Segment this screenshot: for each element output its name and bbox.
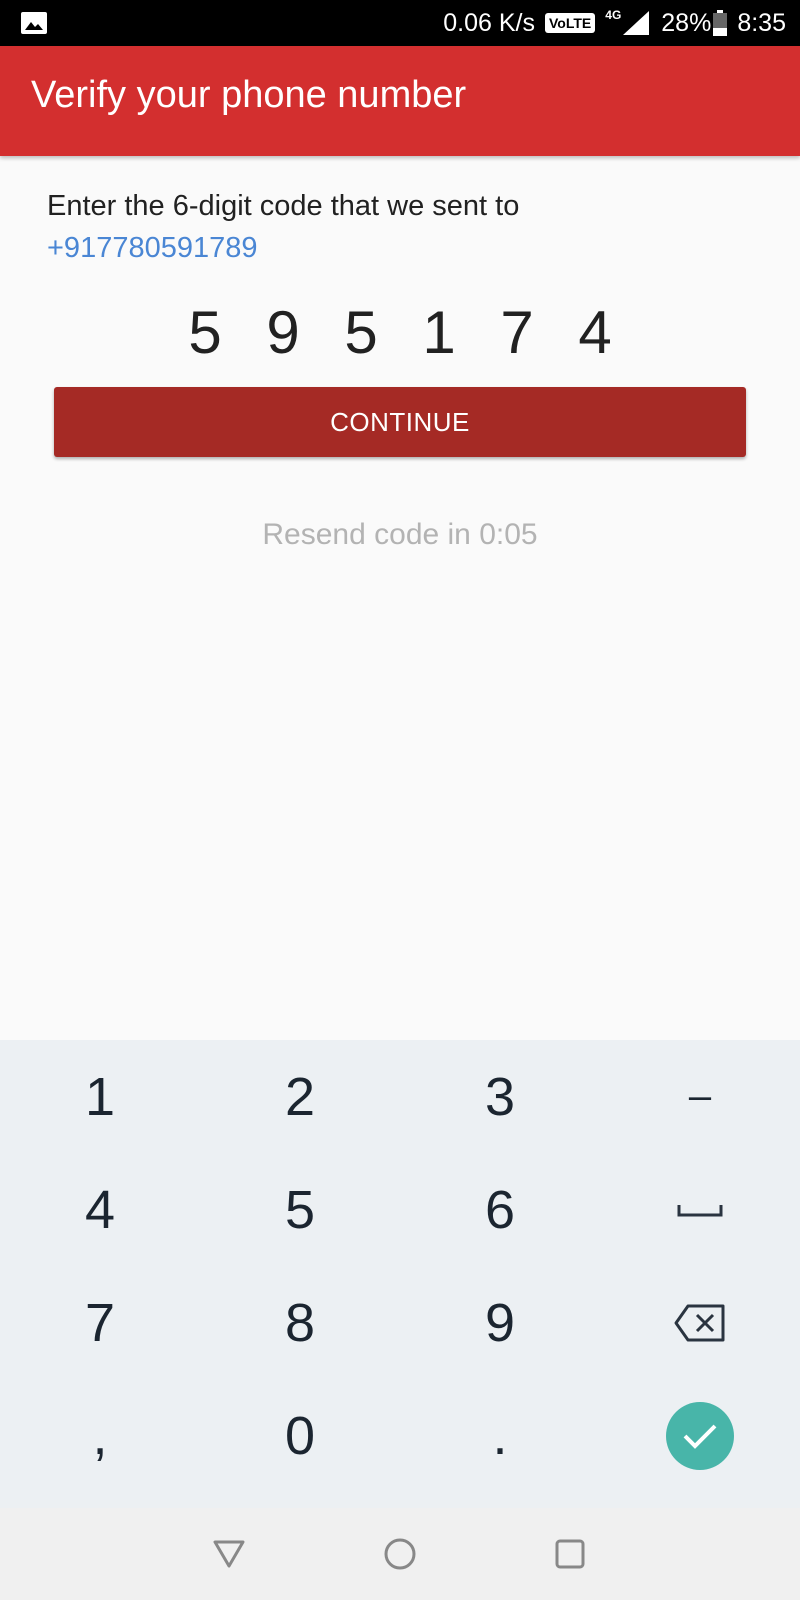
key-backspace[interactable] bbox=[600, 1266, 800, 1379]
image-icon bbox=[21, 12, 47, 34]
key-7[interactable]: 7 bbox=[0, 1266, 200, 1379]
code-input[interactable]: 5 9 5 1 7 4 bbox=[0, 298, 800, 368]
battery-percent: 28% bbox=[661, 8, 712, 37]
recents-square-icon bbox=[555, 1539, 585, 1569]
key-9[interactable]: 9 bbox=[400, 1266, 600, 1379]
home-circle-icon bbox=[384, 1538, 416, 1570]
signal-icon bbox=[623, 11, 650, 35]
code-digit: 7 bbox=[500, 299, 534, 366]
key-period[interactable]: . bbox=[400, 1379, 600, 1492]
page-title: Verify your phone number bbox=[31, 74, 467, 116]
numeric-keyboard: 1 2 3 – 4 5 6 7 8 9 , 0 . bbox=[0, 1040, 800, 1508]
nav-home-button[interactable] bbox=[376, 1530, 424, 1578]
space-key-icon bbox=[677, 1204, 723, 1216]
key-3[interactable]: 3 bbox=[400, 1040, 600, 1153]
continue-button[interactable]: CONTINUE bbox=[54, 387, 746, 457]
code-digit: 5 bbox=[188, 299, 222, 366]
volte-badge: VoLTE bbox=[545, 13, 596, 33]
key-comma[interactable]: , bbox=[0, 1379, 200, 1492]
check-icon bbox=[683, 1424, 717, 1449]
code-digit: 5 bbox=[344, 299, 378, 366]
app-bar: Verify your phone number bbox=[0, 46, 800, 156]
key-space[interactable] bbox=[600, 1153, 800, 1266]
clock: 8:35 bbox=[737, 8, 786, 37]
network-speed: 0.06 K/s bbox=[443, 8, 535, 37]
done-button[interactable] bbox=[666, 1401, 734, 1470]
code-digit: 9 bbox=[266, 299, 300, 366]
code-digit: 1 bbox=[422, 299, 456, 366]
backspace-icon bbox=[674, 1304, 725, 1341]
battery-icon bbox=[713, 10, 728, 36]
done-key[interactable] bbox=[600, 1379, 800, 1492]
code-digit: 4 bbox=[578, 299, 612, 366]
instruction-text: Enter the 6-digit code that we sent to bbox=[47, 190, 520, 222]
key-5[interactable]: 5 bbox=[200, 1153, 400, 1266]
nav-recents-button[interactable] bbox=[546, 1530, 594, 1578]
navigation-bar bbox=[0, 1508, 800, 1600]
key-0[interactable]: 0 bbox=[200, 1379, 400, 1492]
key-dash[interactable]: – bbox=[600, 1040, 800, 1153]
phone-number-link[interactable]: +917780591789 bbox=[47, 232, 257, 265]
key-1[interactable]: 1 bbox=[0, 1040, 200, 1153]
network-type: 4G bbox=[605, 8, 622, 22]
back-triangle-icon bbox=[213, 1540, 245, 1568]
nav-back-button[interactable] bbox=[205, 1530, 253, 1578]
key-8[interactable]: 8 bbox=[200, 1266, 400, 1379]
resend-code-text: Resend code in 0:05 bbox=[262, 518, 538, 551]
key-6[interactable]: 6 bbox=[400, 1153, 600, 1266]
key-2[interactable]: 2 bbox=[200, 1040, 400, 1153]
status-bar: 0.06 K/s VoLTE 4G 28% 8:35 bbox=[0, 0, 800, 46]
key-4[interactable]: 4 bbox=[0, 1153, 200, 1266]
